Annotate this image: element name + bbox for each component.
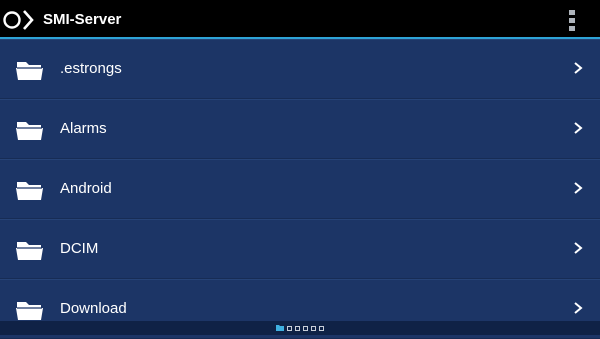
page-dot[interactable] bbox=[311, 325, 316, 331]
folder-label: DCIM bbox=[60, 240, 99, 257]
folder-icon bbox=[16, 302, 43, 320]
folder-icon bbox=[16, 122, 43, 140]
app-title: SMI-Server bbox=[43, 11, 122, 28]
folder-row-estrongs[interactable]: .estrongs bbox=[0, 39, 600, 99]
page-dot[interactable] bbox=[287, 325, 292, 331]
chevron-right-icon bbox=[574, 182, 583, 194]
folder-row-alarms[interactable]: Alarms bbox=[0, 99, 600, 159]
page-dot[interactable] bbox=[303, 325, 308, 331]
chevron-right-icon bbox=[574, 62, 583, 74]
page-dot[interactable] bbox=[295, 325, 300, 331]
folder-label: .estrongs bbox=[60, 60, 122, 77]
folder-icon bbox=[16, 182, 43, 200]
page-dot[interactable] bbox=[319, 325, 324, 331]
chevron-right-icon bbox=[574, 242, 583, 254]
folder-row-dcim[interactable]: DCIM bbox=[0, 219, 600, 279]
folder-label: Android bbox=[60, 180, 112, 197]
folder-icon bbox=[16, 242, 43, 260]
page-indicator bbox=[0, 321, 600, 335]
page-dot-active-folder-icon[interactable] bbox=[276, 325, 284, 331]
smi-logo-icon[interactable] bbox=[3, 9, 35, 31]
chevron-right-icon bbox=[574, 302, 583, 314]
folder-icon bbox=[16, 62, 43, 80]
chevron-right-icon bbox=[574, 122, 583, 134]
folder-label: Alarms bbox=[60, 120, 107, 137]
folder-row-android[interactable]: Android bbox=[0, 159, 600, 219]
action-bar: SMI-Server bbox=[0, 0, 600, 39]
folder-label: Download bbox=[60, 300, 127, 317]
folder-list: .estrongs Alarms Android DCIM Download bbox=[0, 39, 600, 339]
overflow-menu-icon[interactable] bbox=[564, 8, 580, 32]
